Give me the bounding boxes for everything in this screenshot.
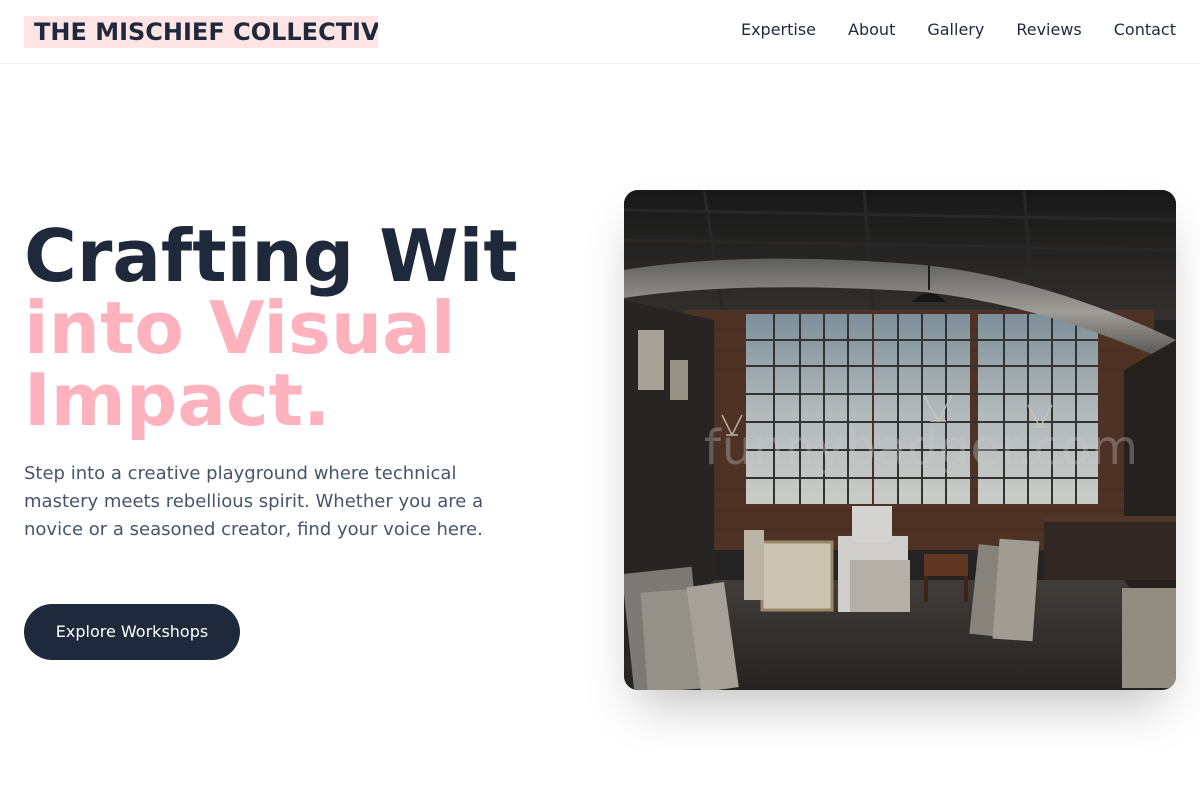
site-logo[interactable]: THE MISCHIEF COLLECTIVE [24, 16, 378, 48]
site-header: THE MISCHIEF COLLECTIVE Expertise About … [0, 0, 1200, 64]
nav-link-contact[interactable]: Contact [1114, 18, 1176, 42]
hero-description: Step into a creative playground where te… [24, 463, 484, 540]
main-nav: Expertise About Gallery Reviews Contact [709, 18, 1176, 42]
image-watermark: funnybadger.com [704, 420, 1140, 476]
nav-link-about[interactable]: About [848, 18, 895, 42]
hero-title: Crafting Wit into Visual Impact. [24, 220, 584, 436]
hero-title-line-2: into Visual [24, 286, 456, 370]
explore-workshops-button[interactable]: Explore Workshops [24, 604, 240, 660]
nav-link-gallery[interactable]: Gallery [927, 18, 984, 42]
hero-title-line-3: Impact. [24, 358, 331, 442]
nav-link-reviews[interactable]: Reviews [1016, 18, 1081, 42]
hero-title-line-1: Crafting Wit [24, 214, 518, 298]
hero-image-studio: funnybadger.com [624, 190, 1176, 690]
nav-link-expertise[interactable]: Expertise [741, 18, 816, 42]
